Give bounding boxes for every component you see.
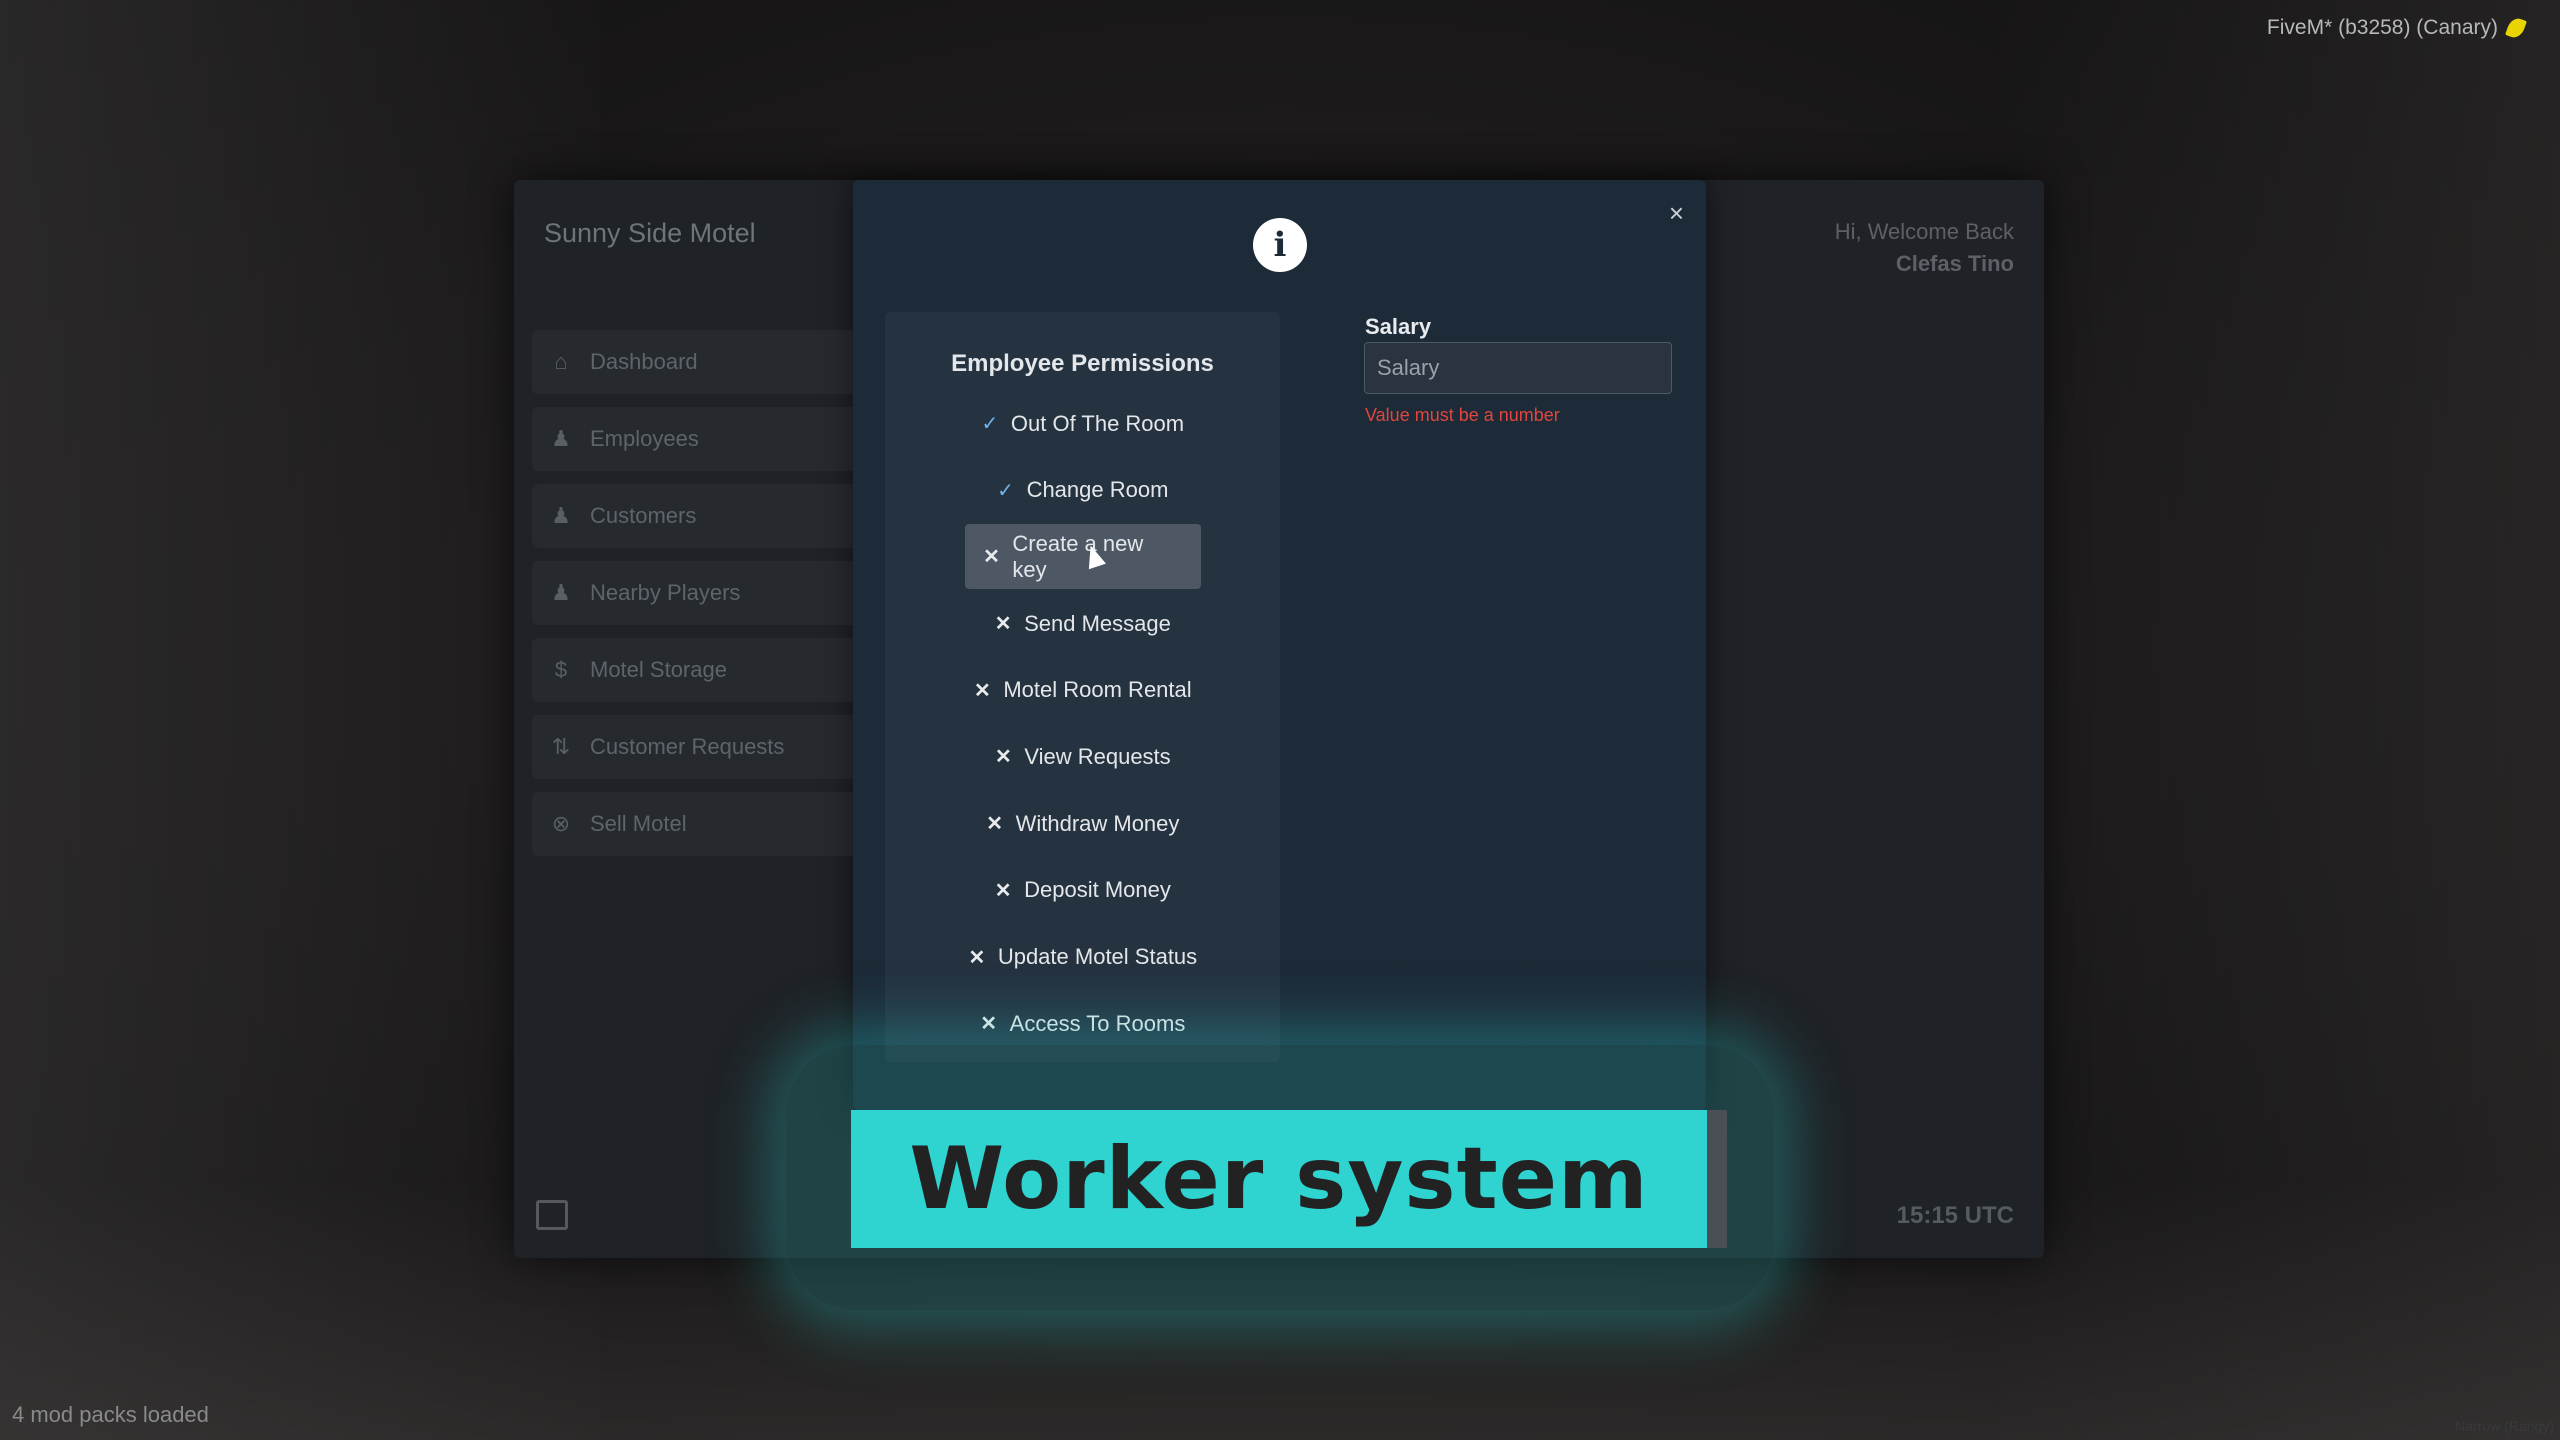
app-title: Sunny Side Motel [544, 218, 756, 248]
fivem-build-label: FiveM* (b3258) (Canary) [2266, 15, 2527, 41]
cross-icon: ✕ [986, 813, 1003, 836]
permission-create-a-new-key[interactable]: ✕ Create a new key [964, 524, 1201, 590]
worker-system-banner: Worker system [851, 1110, 1707, 1248]
info-icon: i [1253, 218, 1307, 272]
permissions-list: ✓ Out Of The Room ✓ Change Room ✕ Create… [885, 391, 1280, 1058]
salary-error: Value must be a number [1365, 405, 1560, 425]
permission-view-requests[interactable]: ✕ View Requests [976, 724, 1188, 789]
sidebar-item-label: Nearby Players [590, 580, 741, 605]
logout-icon[interactable] [536, 1200, 568, 1230]
permission-change-room[interactable]: ✓ Change Room [979, 458, 1187, 523]
banner-text: Worker system [909, 1129, 1649, 1229]
corner-watermark: Narrow (Rangy) [2455, 1418, 2554, 1434]
permission-label: Access To Rooms [1009, 1010, 1186, 1036]
permission-send-message[interactable]: ✕ Send Message [976, 591, 1189, 656]
permissions-title: Employee Permissions [951, 350, 1214, 377]
permission-withdraw-money[interactable]: ✕ Withdraw Money [968, 791, 1198, 856]
sidebar-item-label: Dashboard [590, 349, 698, 374]
check-icon: ✓ [997, 479, 1014, 502]
permission-motel-room-rental[interactable]: ✕ Motel Room Rental [955, 658, 1209, 723]
users-icon: ♟ [551, 503, 571, 528]
permission-update-motel-status[interactable]: ✕ Update Motel Status [950, 925, 1215, 990]
welcome-block: Hi, Welcome Back Clefas Tino [1835, 216, 2014, 280]
fivem-build-text: FiveM* (b3258) (Canary) [2266, 16, 2498, 39]
cross-icon: ✕ [994, 746, 1012, 769]
salary-label: Salary [1365, 314, 1432, 339]
welcome-text: Hi, Welcome Back [1834, 219, 2014, 244]
sidebar-item-label: Sell Motel [590, 811, 687, 836]
sidebar-item-label: Customers [590, 503, 697, 528]
check-icon: ✓ [981, 413, 999, 435]
group-icon: ♟ [551, 580, 571, 605]
sidebar-item-label: Motel Storage [590, 657, 727, 682]
user-name: Clefas Tino [1895, 251, 2014, 276]
permission-label: View Requests [1024, 743, 1171, 769]
fivem-leaf-icon [2505, 15, 2527, 41]
permission-label: Out Of The Room [1010, 410, 1185, 436]
dollar-icon: $ [554, 657, 568, 682]
cross-icon: ✕ [994, 613, 1012, 636]
clock-display: 15:15 UTC [1896, 1202, 2014, 1229]
mod-packs-status: 4 mod packs loaded [12, 1402, 209, 1427]
request-icon: ⇅ [551, 734, 571, 759]
cross-icon: ✕ [973, 679, 991, 702]
permission-label: Change Room [1026, 477, 1169, 503]
cross-icon: ✕ [980, 1013, 998, 1036]
close-circle-icon: ⊗ [551, 811, 571, 836]
permission-label: Withdraw Money [1015, 810, 1180, 836]
sidebar-item-label: Customer Requests [590, 734, 785, 759]
permission-label: Deposit Money [1024, 877, 1171, 903]
sidebar-item-label: Employees [590, 426, 699, 451]
cross-icon: ✕ [994, 879, 1012, 902]
home-icon: ⌂ [554, 349, 568, 374]
cross-icon: ✕ [968, 946, 986, 969]
users-icon: ♟ [551, 426, 571, 451]
permission-label: Motel Room Rental [1003, 677, 1192, 703]
info-glyph: i [1273, 225, 1287, 265]
permission-deposit-money[interactable]: ✕ Deposit Money [976, 858, 1189, 923]
permissions-panel: Employee Permissions ✓ Out Of The Room ✓… [885, 312, 1280, 1062]
banner-edge [1707, 1110, 1727, 1248]
close-icon[interactable]: × [1669, 200, 1684, 226]
permission-out-of-the-room[interactable]: ✓ Out Of The Room [963, 391, 1202, 456]
permission-label: Send Message [1024, 610, 1171, 636]
permission-label: Update Motel Status [997, 944, 1198, 969]
employee-edit-modal: × i Employee Permissions ✓ Out Of The Ro… [853, 180, 1706, 1110]
salary-input[interactable] [1364, 342, 1672, 394]
cross-icon: ✕ [983, 546, 1000, 569]
